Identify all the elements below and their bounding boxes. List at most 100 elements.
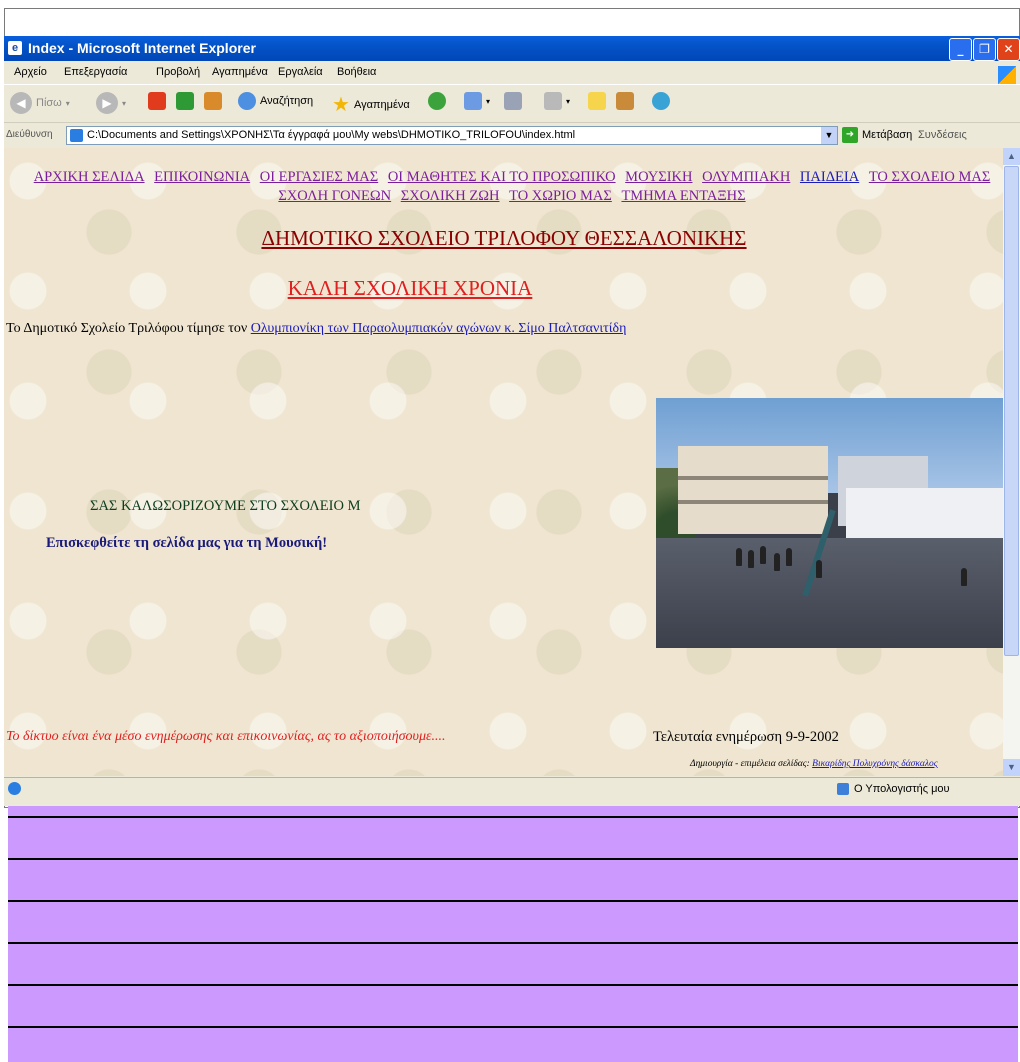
address-value: C:\Documents and Settings\ΧΡΟΝΗΣ\Τα έγγρ…	[87, 129, 576, 141]
scroll-up-icon[interactable]: ▲	[1003, 148, 1020, 165]
page-status-icon	[8, 782, 21, 795]
refresh-icon	[176, 92, 194, 110]
mail-icon	[464, 92, 482, 110]
address-input[interactable]: C:\Documents and Settings\ΧΡΟΝΗΣ\Τα έγγρ…	[66, 126, 838, 145]
mail-button[interactable]: ▾	[464, 92, 490, 110]
vertical-scrollbar[interactable]: ▲ ▼	[1003, 148, 1020, 776]
creator-link[interactable]: Βικαρίδης Πολυχρόνης δάσκαλος	[812, 759, 937, 769]
nav-link-works[interactable]: ΟΙ ΕΡΓΑΣΙΕΣ ΜΑΣ	[260, 169, 378, 185]
mail-dropdown-icon[interactable]: ▾	[486, 97, 490, 106]
menu-favorites[interactable]: Αγαπημένα	[212, 66, 268, 78]
intro-text: Το Δημοτικό Σχολείο Τριλόφου τίμησε τον	[6, 321, 251, 336]
search-label: Αναζήτηση	[260, 95, 314, 107]
stop-button[interactable]	[148, 92, 166, 110]
menu-edit[interactable]: Επεξεργασία	[64, 66, 127, 78]
stripe-line	[8, 1026, 1018, 1028]
address-label: Διεύθυνση	[6, 129, 53, 140]
nav-link-music[interactable]: ΜΟΥΣΙΚΗ	[625, 169, 692, 185]
school-photo	[656, 398, 1003, 648]
music-visit-text: Επισκεφθείτε τη σελίδα μας για τη Μουσικ…	[46, 535, 328, 551]
messenger-icon	[652, 92, 670, 110]
back-dropdown-icon[interactable]: ▾	[66, 99, 70, 108]
page-content: ΑΡΧΙΚΗ ΣΕΛΙΔΑ ΕΠΙΚΟΙΝΩΝΙΑ ΟΙ ΕΡΓΑΣΙΕΣ ΜΑ…	[4, 148, 1003, 776]
nav-link-inclusion[interactable]: ΤΜΗΜΑ ΕΝΤΑΞΗΣ	[621, 188, 745, 204]
messenger-button[interactable]	[652, 92, 670, 110]
go-button[interactable]: ➜ Μετάβαση	[842, 127, 912, 143]
nav-link-parents-school[interactable]: ΣΧΟΛΗ ΓΟΝΕΩΝ	[278, 188, 391, 204]
menu-help[interactable]: Βοήθεια	[337, 66, 376, 78]
forward-button[interactable]: ▶ ▾	[96, 92, 126, 114]
ie-app-icon: e	[8, 41, 22, 55]
last-update: Τελευταία ενημέρωση 9-9-2002	[653, 729, 839, 745]
title-bar: e Index - Microsoft Internet Explorer _ …	[4, 36, 1020, 61]
scroll-down-icon[interactable]: ▼	[1003, 759, 1020, 776]
stripe-line	[8, 900, 1018, 902]
stop-icon	[148, 92, 166, 110]
network-note: Το δίκτυο είναι ένα μέσο ενημέρωσης και …	[6, 729, 446, 744]
intro-paragraph: Το Δημοτικό Σχολείο Τριλόφου τίμησε τον …	[6, 321, 626, 337]
olympian-link[interactable]: Ολυμπιονίκη των Παραολυμπιακών αγώνων κ.…	[251, 321, 627, 336]
favorites-button[interactable]: ★ Αγαπημένα	[332, 92, 410, 117]
creator-label: Δημιουργία - επιμέλεια σελίδας:	[690, 759, 813, 769]
address-dropdown-icon[interactable]: ▼	[821, 127, 837, 144]
browser-window: e Index - Microsoft Internet Explorer _ …	[4, 36, 1020, 806]
links-label[interactable]: Συνδέσεις	[918, 129, 967, 141]
window-title: Index - Microsoft Internet Explorer	[28, 40, 256, 56]
windows-logo-icon	[998, 66, 1016, 84]
minimize-button[interactable]: _	[949, 38, 972, 61]
stripe-line	[8, 816, 1018, 818]
print-button[interactable]	[504, 92, 522, 110]
striped-band	[8, 806, 1018, 1062]
home-button[interactable]	[204, 92, 222, 110]
my-computer-icon	[837, 783, 849, 795]
address-bar: Διεύθυνση C:\Documents and Settings\ΧΡΟΝ…	[4, 122, 1020, 147]
nav-link-our-school[interactable]: ΤΟ ΣΧΟΛΕΙΟ ΜΑΣ	[869, 169, 990, 185]
nav-link-olympic[interactable]: ΟΛΥΜΠΙΑΚΗ	[702, 169, 790, 185]
page-title: ΔΗΜΟΤΙΚΟ ΣΧΟΛΕΙΟ ΤΡΙΛΟΦΟΥ ΘΕΣΣΑΛΟΝΙΚΗΣ	[261, 226, 747, 250]
close-button[interactable]: ✕	[997, 38, 1020, 61]
back-button[interactable]: ◀ Πίσω ▾	[10, 92, 70, 114]
scrollbar-thumb[interactable]	[1004, 166, 1019, 656]
print-icon	[504, 92, 522, 110]
nav-menu: ΑΡΧΙΚΗ ΣΕΛΙΔΑ ΕΠΙΚΟΙΝΩΝΙΑ ΟΙ ΕΡΓΑΣΙΕΣ ΜΑ…	[22, 168, 1002, 206]
edit-page-icon	[544, 92, 562, 110]
home-icon	[204, 92, 222, 110]
page-icon	[70, 129, 83, 142]
history-button[interactable]	[428, 92, 446, 110]
edit-dropdown-icon[interactable]: ▾	[566, 97, 570, 106]
back-arrow-icon: ◀	[10, 92, 32, 114]
go-label: Μετάβαση	[862, 129, 913, 141]
refresh-button[interactable]	[176, 92, 194, 110]
welcome-text: ΣΑΣ ΚΑΛΩΣΟΡΙΖΟΥΜΕ ΣΤΟ ΣΧΟΛΕΙΟ Μ	[90, 498, 361, 514]
nav-link-school-life[interactable]: ΣΧΟΛΙΚΗ ΖΩΗ	[401, 188, 500, 204]
favorites-label: Αγαπημένα	[353, 98, 410, 111]
nav-link-contact[interactable]: ΕΠΙΚΟΙΝΩΝΙΑ	[154, 169, 250, 185]
history-icon	[428, 92, 446, 110]
research-icon	[616, 92, 634, 110]
search-icon	[238, 92, 256, 110]
edit-button[interactable]: ▾	[544, 92, 570, 110]
forward-arrow-icon: ▶	[96, 92, 118, 114]
note-icon	[588, 92, 606, 110]
search-button[interactable]: Αναζήτηση	[238, 92, 313, 110]
nav-link-home[interactable]: ΑΡΧΙΚΗ ΣΕΛΙΔΑ	[34, 169, 145, 185]
star-icon: ★	[332, 94, 350, 116]
notes-button[interactable]	[588, 92, 606, 110]
forward-dropdown-icon[interactable]: ▾	[122, 99, 126, 108]
go-arrow-icon: ➜	[842, 127, 858, 143]
nav-link-students-staff[interactable]: ΟΙ ΜΑΘΗΤΕΣ ΚΑΙ ΤΟ ΠΡΟΣΩΠΙΚΟ	[388, 169, 616, 185]
maximize-button[interactable]: ❐	[973, 38, 996, 61]
menu-view[interactable]: Προβολή	[156, 66, 200, 78]
creator-credit: Δημιουργία - επιμέλεια σελίδας: Βικαρίδη…	[690, 759, 938, 769]
greeting-heading: ΚΑΛΗ ΣΧΟΛΙΚΗ ΧΡΟΝΙΑ	[287, 276, 533, 300]
stripe-line	[8, 858, 1018, 860]
stripe-line	[8, 942, 1018, 944]
research-button[interactable]	[616, 92, 634, 110]
menu-tools[interactable]: Εργαλεία	[278, 66, 323, 78]
toolbar: ◀ Πίσω ▾ ▶ ▾ Αναζήτηση ★ Αγαπημένα ▾ ▾	[4, 84, 1020, 121]
menu-bar: Αρχείο Επεξεργασία Προβολή Αγαπημένα Εργ…	[4, 61, 1020, 84]
nav-link-village[interactable]: ΤΟ ΧΩΡΙΟ ΜΑΣ	[509, 188, 612, 204]
security-zone-label: Ο Υπολογιστής μου	[854, 783, 950, 795]
menu-file[interactable]: Αρχείο	[14, 66, 47, 78]
nav-link-education[interactable]: ΠΑΙΔΕΙΑ	[800, 169, 859, 185]
